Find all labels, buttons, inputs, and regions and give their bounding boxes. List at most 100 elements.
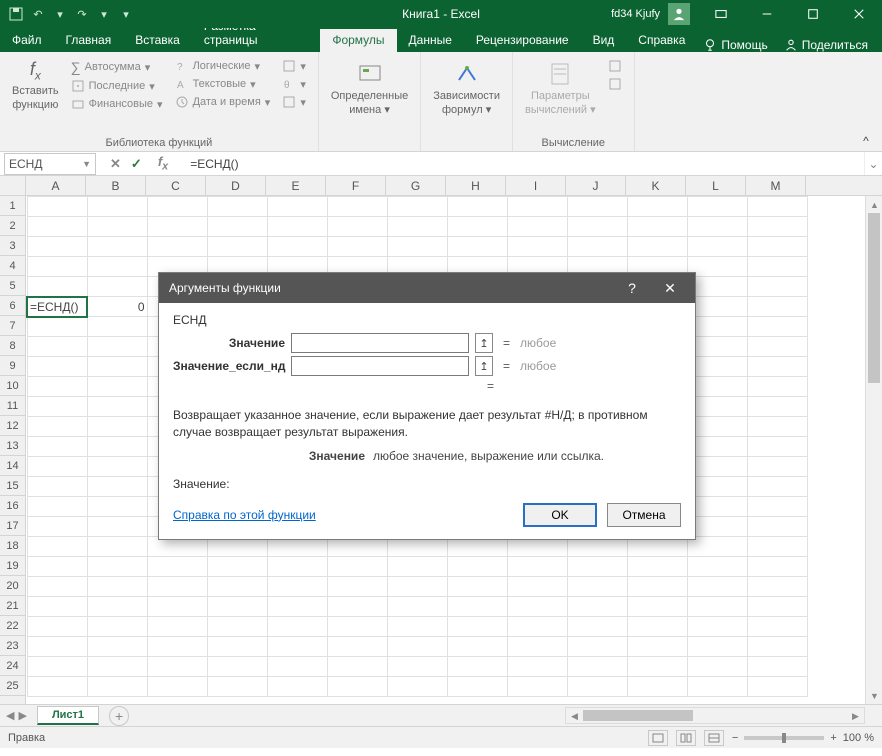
cell[interactable] (87, 477, 147, 497)
row-header[interactable]: 15 (0, 476, 25, 496)
cell[interactable] (87, 557, 147, 577)
lookup-functions-button[interactable]: ▾ (280, 58, 308, 74)
cell[interactable] (567, 637, 627, 657)
cell[interactable] (87, 637, 147, 657)
add-sheet-button[interactable]: + (109, 706, 129, 726)
cell[interactable] (507, 597, 567, 617)
cell[interactable] (87, 677, 147, 697)
row-header[interactable]: 21 (0, 596, 25, 616)
expand-formula-bar-icon[interactable]: ⌄ (864, 152, 882, 175)
cell[interactable] (87, 597, 147, 617)
cell[interactable] (507, 237, 567, 257)
cell[interactable] (267, 597, 327, 617)
help-icon[interactable]: ? (617, 280, 647, 297)
cell[interactable] (447, 657, 507, 677)
recent-functions-button[interactable]: Последние ▾ (69, 78, 165, 94)
cell[interactable] (267, 197, 327, 217)
cell[interactable] (327, 557, 387, 577)
cell[interactable] (27, 357, 87, 377)
cell[interactable] (747, 417, 807, 437)
calculate-sheet-button[interactable] (606, 76, 624, 92)
cell[interactable] (447, 577, 507, 597)
zoom-in-icon[interactable]: + (830, 732, 836, 744)
cell[interactable] (687, 257, 747, 277)
cell[interactable] (507, 197, 567, 217)
cell[interactable] (747, 217, 807, 237)
cell[interactable] (87, 357, 147, 377)
cell[interactable] (27, 577, 87, 597)
cell[interactable] (627, 617, 687, 637)
cell[interactable] (207, 557, 267, 577)
cell[interactable] (327, 637, 387, 657)
cell[interactable] (747, 317, 807, 337)
cell[interactable] (327, 197, 387, 217)
user-name[interactable]: fd34 Kjufy (611, 8, 660, 20)
cell[interactable] (747, 597, 807, 617)
cell[interactable] (747, 337, 807, 357)
sheet-nav[interactable]: ◀▶ (0, 709, 33, 722)
cell[interactable] (567, 617, 627, 637)
cell[interactable] (87, 197, 147, 217)
cell[interactable] (627, 677, 687, 697)
cell[interactable] (627, 217, 687, 237)
cell[interactable] (147, 577, 207, 597)
cell[interactable] (687, 297, 747, 317)
cell[interactable] (327, 237, 387, 257)
range-select-icon[interactable]: ↥ (475, 333, 493, 353)
column-header[interactable]: C (146, 176, 206, 195)
cell[interactable] (267, 657, 327, 677)
cell[interactable] (27, 397, 87, 417)
cell[interactable] (447, 617, 507, 637)
cell[interactable] (387, 577, 447, 597)
cell[interactable] (267, 237, 327, 257)
calculation-options-button[interactable]: Параметры вычислений ▾ (519, 56, 602, 120)
cell[interactable] (747, 297, 807, 317)
cell[interactable] (27, 277, 87, 297)
select-all-corner[interactable] (0, 176, 26, 195)
tab-view[interactable]: Вид (581, 29, 627, 52)
qat-customize-icon[interactable]: ▾ (118, 6, 134, 22)
row-header[interactable]: 16 (0, 496, 25, 516)
row-header[interactable]: 10 (0, 376, 25, 396)
cell[interactable] (87, 437, 147, 457)
cell[interactable] (87, 317, 147, 337)
tab-insert[interactable]: Вставка (123, 29, 192, 52)
cell[interactable] (267, 577, 327, 597)
cell[interactable] (207, 617, 267, 637)
column-header[interactable]: B (86, 176, 146, 195)
cell[interactable] (747, 237, 807, 257)
cell[interactable] (747, 437, 807, 457)
cell[interactable] (387, 557, 447, 577)
cell[interactable] (687, 517, 747, 537)
column-header[interactable]: D (206, 176, 266, 195)
cell[interactable] (147, 597, 207, 617)
cell[interactable] (387, 677, 447, 697)
zoom-control[interactable]: − + 100 % (732, 732, 874, 744)
cell[interactable] (87, 617, 147, 637)
cell[interactable] (327, 597, 387, 617)
row-header[interactable]: 1 (0, 196, 25, 216)
row-header[interactable]: 4 (0, 256, 25, 276)
cell[interactable] (747, 617, 807, 637)
cell[interactable] (387, 637, 447, 657)
cell[interactable] (87, 657, 147, 677)
cell[interactable] (747, 577, 807, 597)
row-header[interactable]: 6 (0, 296, 25, 316)
cell[interactable] (567, 677, 627, 697)
cell[interactable] (687, 337, 747, 357)
row-header[interactable]: 14 (0, 456, 25, 476)
cell[interactable] (27, 197, 87, 217)
cell[interactable] (747, 537, 807, 557)
cell[interactable] (687, 357, 747, 377)
cell[interactable] (507, 217, 567, 237)
column-header[interactable]: L (686, 176, 746, 195)
cell[interactable] (27, 437, 87, 457)
cell[interactable] (27, 257, 87, 277)
cell[interactable] (687, 457, 747, 477)
tab-help[interactable]: Справка (626, 29, 697, 52)
row-header[interactable]: 9 (0, 356, 25, 376)
cell[interactable] (87, 217, 147, 237)
cell[interactable] (27, 617, 87, 637)
cell[interactable] (27, 497, 87, 517)
cell[interactable] (27, 237, 87, 257)
